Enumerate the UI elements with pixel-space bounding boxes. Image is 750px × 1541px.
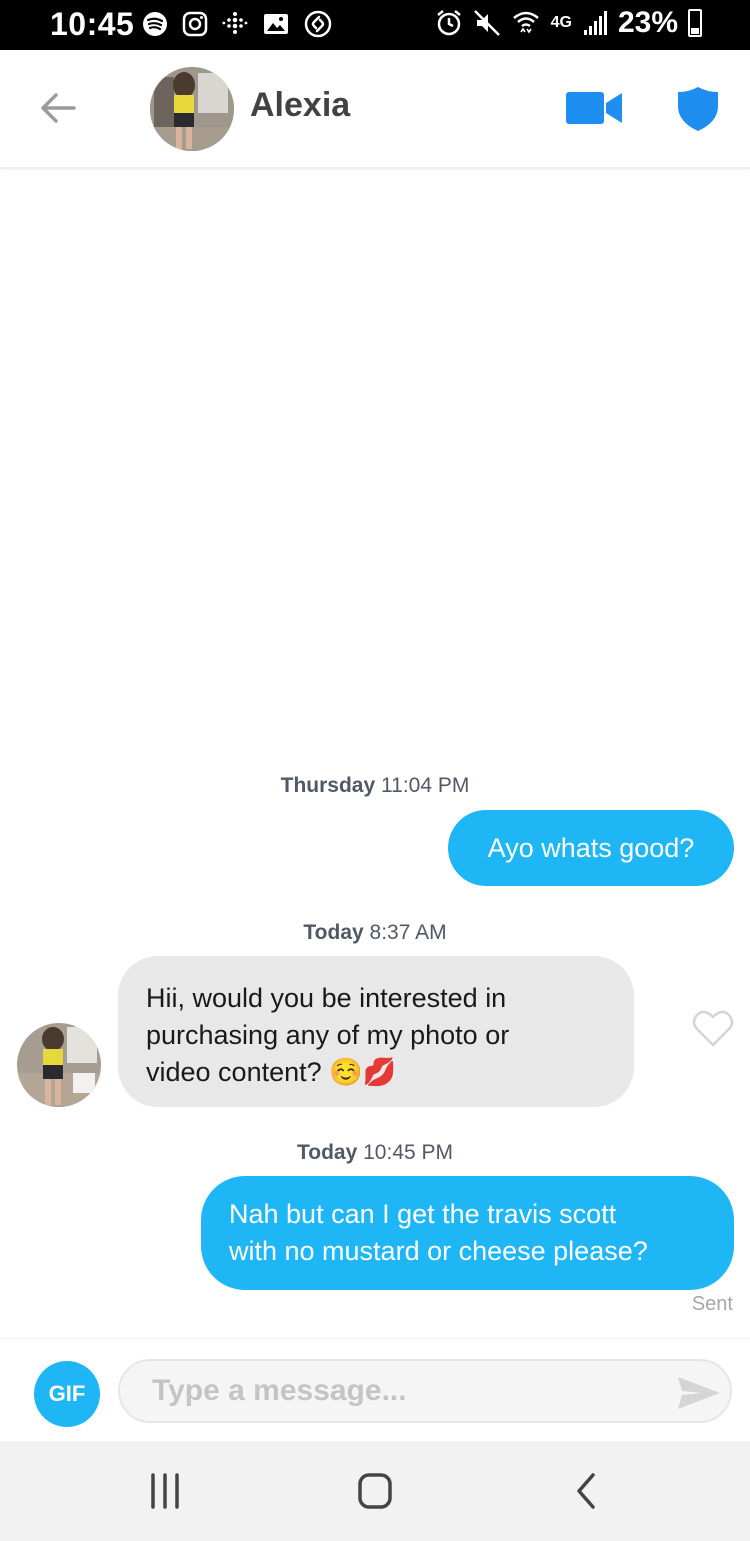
chat-header: Alexia (0, 50, 750, 169)
message-timestamp: Today 8:37 AM (303, 921, 447, 944)
gif-button[interactable]: GIF (34, 1361, 100, 1427)
wifi-icon (512, 11, 539, 34)
message-timestamp: Thursday 11:04 PM (280, 774, 470, 797)
outgoing-message[interactable]: Ayo whats good? (448, 810, 734, 886)
system-icons: 4G 23% (435, 6, 702, 40)
gallery-icon (264, 14, 288, 34)
recent-apps-icon[interactable] (143, 1471, 187, 1511)
back-arrow-icon[interactable] (38, 88, 78, 128)
home-icon[interactable] (353, 1471, 397, 1511)
signal-icon (583, 11, 607, 35)
contact-avatar[interactable] (150, 67, 234, 151)
shazam-icon (304, 10, 332, 38)
contact-avatar-small[interactable] (17, 1023, 101, 1107)
status-bar: 10:45 4G 23% (0, 0, 750, 50)
video-call-icon[interactable] (566, 90, 622, 126)
fitbit-icon (222, 12, 248, 34)
sent-status: Sent (691, 1293, 733, 1315)
notification-icons (142, 10, 332, 38)
network-type: 4G (550, 14, 572, 31)
like-heart-icon[interactable] (692, 1008, 734, 1048)
contact-name[interactable]: Alexia (250, 86, 350, 125)
safety-shield-icon[interactable] (677, 86, 719, 132)
mute-icon (473, 10, 500, 36)
alarm-icon (436, 10, 461, 36)
system-nav-bar (0, 1441, 750, 1541)
instagram-icon (182, 11, 208, 37)
battery-icon (688, 9, 702, 37)
message-timestamp: Today 10:45 PM (296, 1141, 454, 1164)
message-input[interactable] (118, 1359, 732, 1423)
incoming-message[interactable]: Hii, would you be interested in purchasi… (118, 956, 634, 1107)
battery-percent: 23% (617, 6, 678, 39)
back-nav-icon[interactable] (565, 1471, 609, 1511)
outgoing-message[interactable]: Nah but can I get the travis scott with … (201, 1176, 734, 1290)
status-time: 10:45 (50, 6, 135, 42)
send-icon[interactable] (676, 1375, 722, 1411)
spotify-icon (143, 12, 167, 36)
message-composer: GIF (0, 1338, 750, 1442)
